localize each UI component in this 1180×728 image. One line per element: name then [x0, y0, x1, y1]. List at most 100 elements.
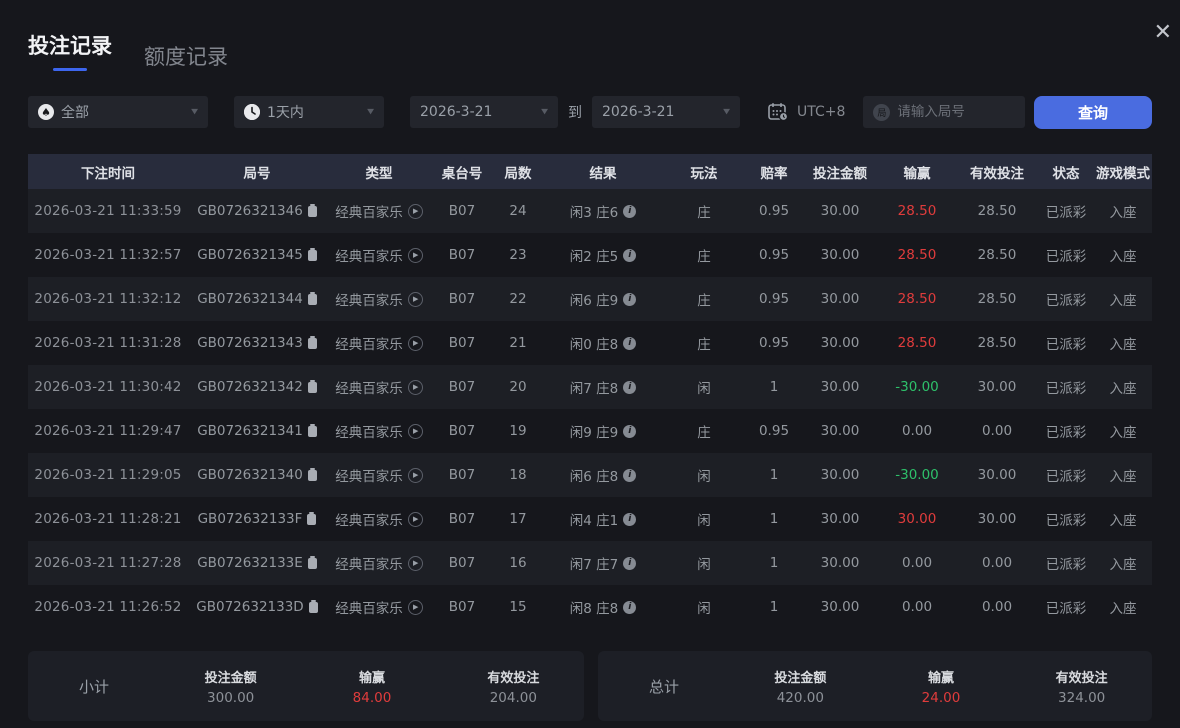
cell-text: 入座: [1109, 469, 1137, 485]
copy-icon[interactable]: [307, 511, 317, 525]
close-icon[interactable]: ✕: [1154, 22, 1172, 44]
play-replay-icon[interactable]: ▶: [407, 423, 423, 439]
betting-records-table: 下注时间 局号 类型 桌台号 局数 结果 玩法 赔率 投注金额 输赢 有效投注 状态 游戏模式 2026…: [28, 154, 1152, 629]
cell-text: GB072632133D: [196, 599, 304, 615]
cell-text: 2026-03-21 11:27:28: [34, 555, 182, 571]
cell-game_id: GB0726321345: [188, 247, 326, 263]
cell-text: 入座: [1109, 293, 1137, 309]
copy-icon[interactable]: [307, 335, 317, 349]
cell-text: 入座: [1109, 205, 1137, 221]
info-icon[interactable]: i: [623, 600, 637, 614]
cell-text: GB072632133F: [197, 511, 303, 527]
cell-text: 经典百家乐: [335, 469, 403, 485]
cell-valid_bet: 28.50: [956, 247, 1038, 263]
copy-icon[interactable]: [307, 467, 317, 481]
cell-text: 经典百家乐: [335, 425, 403, 441]
cell-text: 15: [509, 599, 527, 615]
query-button[interactable]: 查询: [1034, 95, 1152, 129]
cell-play: 闲: [662, 509, 746, 529]
info-icon[interactable]: i: [623, 336, 637, 350]
info-icon[interactable]: i: [623, 424, 637, 438]
tab-betting-records[interactable]: 投注记录: [28, 30, 112, 71]
cell-text: 入座: [1109, 425, 1137, 441]
tab-label: 投注记录: [28, 34, 112, 58]
cell-text: GB0726321343: [197, 335, 303, 351]
cell-text: 1: [769, 467, 779, 483]
cell-play: 闲: [662, 553, 746, 573]
cell-valid_bet: 28.50: [956, 335, 1038, 351]
info-icon[interactable]: i: [623, 512, 637, 526]
column-header-play: 玩法: [690, 165, 718, 182]
cell-result: 闲8 庄8 i: [544, 597, 662, 617]
info-icon[interactable]: i: [623, 292, 637, 306]
play-replay-icon[interactable]: ▶: [407, 467, 423, 483]
cell-text: 1: [769, 599, 779, 615]
cell-text: 已派彩: [1045, 601, 1087, 617]
cell-valid_bet: 30.00: [956, 379, 1038, 395]
cell-text: 经典百家乐: [335, 513, 403, 529]
info-icon[interactable]: i: [623, 380, 637, 394]
cell-text: 0.95: [758, 423, 790, 439]
copy-icon[interactable]: [307, 555, 317, 569]
cell-text: 24: [509, 203, 527, 219]
stat-label: 投注金额: [774, 670, 827, 686]
copy-icon[interactable]: [307, 247, 317, 261]
cell-odds: 1: [746, 467, 802, 483]
play-replay-icon[interactable]: ▶: [407, 555, 423, 571]
cell-round: 19: [492, 423, 544, 439]
cell-table_no: B07: [432, 599, 492, 615]
to-label: 到: [568, 105, 582, 121]
cell-text: 0.00: [901, 555, 933, 571]
cell-text: 17: [509, 511, 527, 527]
round-search-field[interactable]: 局: [863, 96, 1026, 128]
info-icon[interactable]: i: [623, 248, 637, 262]
cell-text: 2026-03-21 11:33:59: [34, 203, 182, 219]
date-from-picker[interactable]: 2026-3-21 ▼: [410, 96, 558, 128]
stat-label: 输赢: [927, 670, 954, 686]
date-to-picker[interactable]: 2026-3-21 ▼: [592, 96, 740, 128]
cell-text: 0.00: [981, 423, 1013, 439]
game-type-dropdown[interactable]: ♠ 全部 ▼: [28, 96, 208, 128]
copy-icon[interactable]: [307, 203, 317, 217]
time-range-dropdown[interactable]: 1天内 ▼: [234, 96, 384, 128]
copy-icon[interactable]: [308, 599, 318, 613]
play-replay-icon[interactable]: ▶: [407, 511, 423, 527]
subtotal-stats: 投注金额 300.00 输赢 84.00 有效投注 204.00: [160, 667, 584, 706]
cell-type: 经典百家乐 ▶: [326, 421, 432, 441]
play-replay-icon[interactable]: ▶: [407, 247, 423, 263]
summary-bar: 小计 投注金额 300.00 输赢 84.00 有效投注 204.00 总计 投注金额 42…: [28, 651, 1152, 721]
play-replay-icon[interactable]: ▶: [407, 599, 423, 615]
cell-odds: 1: [746, 555, 802, 571]
cell-game_id: GB0726321344: [188, 291, 326, 307]
play-replay-icon[interactable]: ▶: [407, 379, 423, 395]
cell-text: 入座: [1109, 601, 1137, 617]
copy-icon[interactable]: [307, 423, 317, 437]
cell-text: 庄: [697, 425, 711, 441]
cell-table_no: B07: [432, 335, 492, 351]
info-icon[interactable]: i: [623, 204, 637, 218]
round-search-input[interactable]: [897, 104, 1016, 120]
table-row: 2026-03-21 11:27:28 GB072632133E 经典百家乐 ▶ B07…: [28, 541, 1152, 585]
cell-text: 0.95: [758, 335, 790, 351]
copy-icon[interactable]: [307, 379, 317, 393]
cell-text: 已派彩: [1045, 381, 1087, 397]
cell-type: 经典百家乐 ▶: [326, 333, 432, 353]
play-replay-icon[interactable]: ▶: [407, 291, 423, 307]
play-replay-icon[interactable]: ▶: [407, 335, 423, 351]
cell-odds: 0.95: [746, 335, 802, 351]
cell-text: 0.95: [758, 247, 790, 263]
cell-text: B07: [448, 599, 476, 615]
tab-label: 额度记录: [144, 45, 228, 69]
copy-icon[interactable]: [307, 291, 317, 305]
cell-time: 2026-03-21 11:30:42: [28, 379, 188, 395]
info-icon[interactable]: i: [623, 468, 637, 482]
cell-round: 16: [492, 555, 544, 571]
cell-text: 30.00: [820, 555, 860, 571]
tab-quota-records[interactable]: 额度记录: [144, 41, 228, 71]
cell-type: 经典百家乐 ▶: [326, 245, 432, 265]
info-icon[interactable]: i: [623, 556, 637, 570]
cell-text: 2026-03-21 11:28:21: [34, 511, 182, 527]
cell-mode: 入座: [1094, 421, 1152, 441]
cell-text: 闲: [697, 601, 711, 617]
play-replay-icon[interactable]: ▶: [407, 203, 423, 219]
